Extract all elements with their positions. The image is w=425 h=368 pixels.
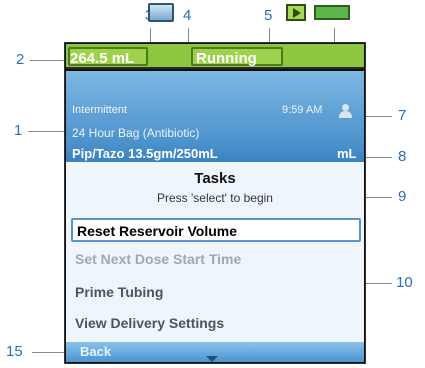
battery-icon [314, 5, 350, 20]
pump-status: Running [196, 50, 257, 67]
clock-time: 9:59 AM [282, 104, 323, 116]
menu-item-prime-tubing[interactable]: Prime Tubing [71, 281, 361, 305]
callout-line-15 [32, 352, 68, 353]
tasks-title: Tasks [194, 170, 236, 187]
callout-8: 8 [398, 148, 407, 165]
callout-7: 7 [398, 107, 407, 124]
callout-2: 2 [16, 51, 25, 68]
profile-name: 24 Hour Bag (Antibiotic) [72, 126, 200, 140]
callout-1: 1 [14, 122, 23, 139]
menu-item-set-next-dose-start-time[interactable]: Set Next Dose Start Time [71, 248, 361, 272]
tasks-hint: Press 'select' to begin [157, 191, 273, 205]
callout-line-2 [30, 60, 66, 61]
callout-9: 9 [398, 188, 407, 205]
menu-item-reset-reservoir-volume[interactable]: Reset Reservoir Volume [71, 218, 361, 242]
chevron-down-icon[interactable] [206, 356, 218, 362]
callout-15: 15 [6, 343, 23, 360]
user-icon [339, 104, 352, 118]
rate-unit: mL [337, 146, 357, 161]
back-button[interactable]: Back [80, 344, 111, 359]
reservoir-icon [148, 3, 174, 22]
menu-item-view-delivery-settings[interactable]: View Delivery Settings [71, 312, 361, 336]
reservoir-volume: 264.5 mL [70, 50, 135, 67]
callout-5: 5 [264, 7, 273, 24]
callout-4: 4 [183, 7, 192, 24]
callout-10: 10 [396, 274, 413, 291]
play-icon [286, 4, 306, 21]
delivery-mode: Intermittent [72, 104, 128, 116]
drug-concentration: Pip/Tazo 13.5gm/250mL [72, 146, 218, 161]
